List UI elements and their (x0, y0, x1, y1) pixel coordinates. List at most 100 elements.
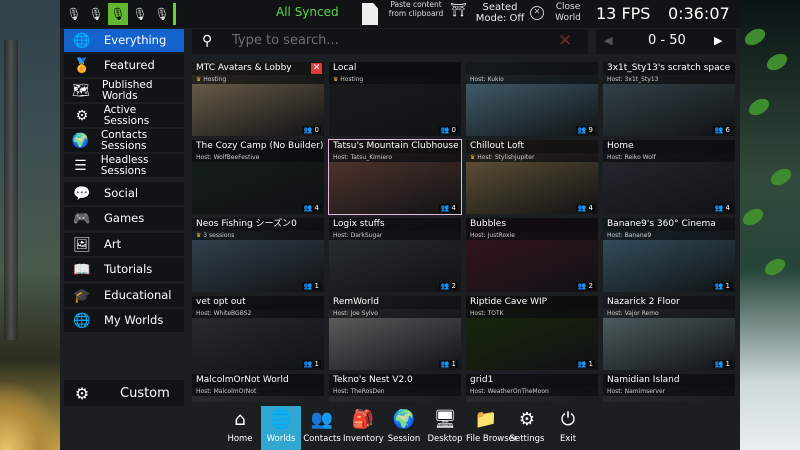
close-world-icon[interactable]: ✕ (530, 6, 544, 20)
world-card[interactable]: Nazarick 2 Floor Host: Vajor Remo 👥 1 (603, 296, 735, 370)
dock-item-worlds[interactable]: 🌐 Worlds (261, 406, 301, 450)
world-host: Host: Namimserver (603, 387, 735, 396)
sidebar-item-social[interactable]: 💬 Social (64, 182, 184, 205)
world-card[interactable]: Host: Kukio 👥 9 (466, 62, 598, 136)
dock-item-file-browser[interactable]: 📁 File Browser (466, 406, 517, 450)
host-label: Hosting (203, 76, 227, 83)
users-icon: 👥 (577, 360, 589, 368)
gamepad-icon: 🎮 (73, 210, 91, 227)
sidebar-item-educational[interactable]: 🎓 Educational (64, 284, 184, 307)
mic-active-icon[interactable]: 🎙 (108, 3, 128, 25)
host-label: Host: WolfBeeFestive (196, 154, 260, 161)
world-card[interactable]: Chillout Loft ♛ Host: StylishJupiter 👥 4 (466, 140, 598, 214)
world-card[interactable]: Namidian Island Host: Namimserver (603, 374, 735, 402)
world-title: Tatsu's Mountain Clubhouse (329, 140, 461, 153)
dock-item-session[interactable]: 🌍 Session (384, 406, 424, 450)
host-label: Host: WeatherOnTheMoon (470, 388, 549, 395)
world-card[interactable]: Banane9's 360° Cinema Host: Banane9 👥 1 (603, 218, 735, 292)
paste-button[interactable]: Paste content from clipboard (386, 0, 446, 18)
sidebar-item-label: Everything (104, 33, 167, 47)
world-card[interactable]: 3x1t_Sty13's scratch space Host: 3x1t_Sty… (603, 62, 735, 136)
world-card[interactable]: Tekno's Nest V2.0 Host: TheRosDen (329, 374, 461, 402)
world-card[interactable]: vet opt out Host: WhiteBGBS2 👥 1 (192, 296, 324, 370)
host-label: Host: TOTK (470, 310, 504, 317)
scene-leaf (745, 95, 773, 119)
sidebar-item-everything[interactable]: 🌐 Everything (64, 29, 184, 52)
world-title (466, 62, 598, 75)
world-host: Host: WhiteBGBS2 (192, 309, 324, 318)
world-host: Host: WeatherOnTheMoon (466, 387, 598, 396)
user-count-badge: 👥 0 (301, 126, 321, 134)
dock-item-label: Contacts (303, 434, 341, 444)
mic-muted-icon[interactable]: 🎙 (64, 3, 84, 25)
search-bar[interactable]: ⚲ Type to search... ✕ (192, 29, 588, 54)
world-title: Riptide Cave WIP (466, 296, 598, 309)
host-label: Host: MalcolmOrNot (196, 388, 257, 395)
sidebar-item-label: Featured (104, 58, 155, 72)
user-count-badge: 👥 9 (575, 126, 595, 134)
user-count-badge: 👥 1 (301, 282, 321, 290)
world-host: ♛ 3 sessions (192, 231, 324, 240)
world-card[interactable]: Home Host: Reiko Wolf 👥 4 (603, 140, 735, 214)
sidebar-item-games[interactable]: 🎮 Games (64, 207, 184, 230)
dock-item-desktop[interactable]: 🖥 Desktop (425, 406, 465, 450)
sidebar-item-my-worlds[interactable]: 🌐 My Worlds (64, 309, 184, 332)
world-card[interactable]: RemWorld Host: Joe Sylvo 👥 1 (329, 296, 461, 370)
sidebar-item-featured[interactable]: 🏅 Featured (64, 54, 184, 77)
seated-mode-toggle[interactable]: Seated Mode: Off (470, 2, 530, 24)
world-title: Home (603, 140, 735, 153)
world-card[interactable]: Riptide Cave WIP Host: TOTK 👥 1 (466, 296, 598, 370)
sidebar-item-published-worlds[interactable]: 🗺 Published Worlds (64, 79, 184, 102)
user-count-badge: 👥 2 (575, 282, 595, 290)
world-card[interactable]: grid1 Host: WeatherOnTheMoon (466, 374, 598, 402)
world-host: Host: TheRosDen (329, 387, 461, 396)
world-title: Local (329, 62, 461, 75)
host-label: Host: JustRoxie (470, 232, 515, 239)
world-card[interactable]: Bubbles Host: JustRoxie 👥 2 (466, 218, 598, 292)
sidebar-item-headless-sessions[interactable]: ☰ Headless Sessions (64, 154, 184, 177)
users-icon: 👥 (714, 204, 726, 212)
clear-search-icon[interactable]: ✕ (558, 31, 572, 51)
world-host: Host: 3x1t_Sty13 (603, 75, 735, 84)
search-input[interactable]: Type to search... (232, 33, 339, 48)
user-count-badge: 👥 1 (575, 360, 595, 368)
vr-scene-left (0, 0, 64, 450)
users-icon: 👥 (440, 360, 452, 368)
custom-category-button[interactable]: ⚙ Custom (64, 380, 184, 406)
prev-page-icon[interactable]: ◀ (604, 34, 612, 47)
sidebar-item-label: Tutorials (104, 262, 153, 276)
world-card[interactable]: Neos Fishing シーズン0 ♛ 3 sessions 👥 1 (192, 218, 324, 292)
next-page-icon[interactable]: ▶ (714, 34, 722, 47)
paste-icon[interactable] (362, 3, 378, 25)
world-host: Host: Reiko Wolf (603, 153, 735, 162)
sidebar-item-label: Active Sessions (103, 104, 150, 127)
sidebar-item-contacts-sessions[interactable]: 🌍 Contacts Sessions (64, 129, 184, 152)
users-icon: 👥 (577, 204, 589, 212)
dock-item-home[interactable]: ⌂ Home (220, 406, 260, 450)
sidebar-item-art[interactable]: 🖼 Art (64, 233, 184, 256)
sidebar-item-tutorials[interactable]: 📖 Tutorials (64, 258, 184, 281)
user-count: 6 (725, 126, 730, 134)
dock-item-settings[interactable]: ⚙ Settings (507, 406, 547, 450)
sidebar-item-label: Published Worlds (102, 79, 153, 102)
world-card[interactable]: MalcolmOrNot World Host: MalcolmOrNot (192, 374, 324, 402)
user-count-badge: 👥 2 (438, 282, 458, 290)
dock-item-contacts[interactable]: 👥 Contacts (302, 406, 342, 450)
mic-broadcast-icon[interactable]: 🎙 (152, 3, 172, 25)
sidebar-item-active-sessions[interactable]: ⚙ Active Sessions (64, 104, 184, 127)
dock-item-exit[interactable]: ⏻ Exit (548, 406, 588, 450)
close-session-icon[interactable]: ✕ (311, 63, 322, 74)
dock-item-inventory[interactable]: 🎒 Inventory (343, 406, 384, 450)
seated-icon[interactable]: ⛩ (450, 3, 467, 25)
world-host: Host: TOTK (466, 309, 598, 318)
world-card[interactable]: Logix stuffs Host: DarkSugar 👥 2 (329, 218, 461, 292)
world-card[interactable]: MTC Avatars & Lobby ♛ Hosting 👥 0 ✕ (192, 62, 324, 136)
world-card[interactable]: The Cozy Camp (No Builder) Host: WolfBeeF… (192, 140, 324, 214)
mic-icon[interactable]: 🎙 (130, 3, 150, 25)
close-world-button[interactable]: Close World (550, 2, 586, 24)
scene-leaf (761, 255, 789, 279)
mic-icon[interactable]: 🎙 (86, 3, 106, 25)
world-card[interactable]: Local ♛ Hosting 👥 0 (329, 62, 461, 136)
host-label: Host: Reiko Wolf (607, 154, 656, 161)
world-card[interactable]: Tatsu's Mountain Clubhouse Host: Tatsu_Ki… (328, 139, 462, 215)
